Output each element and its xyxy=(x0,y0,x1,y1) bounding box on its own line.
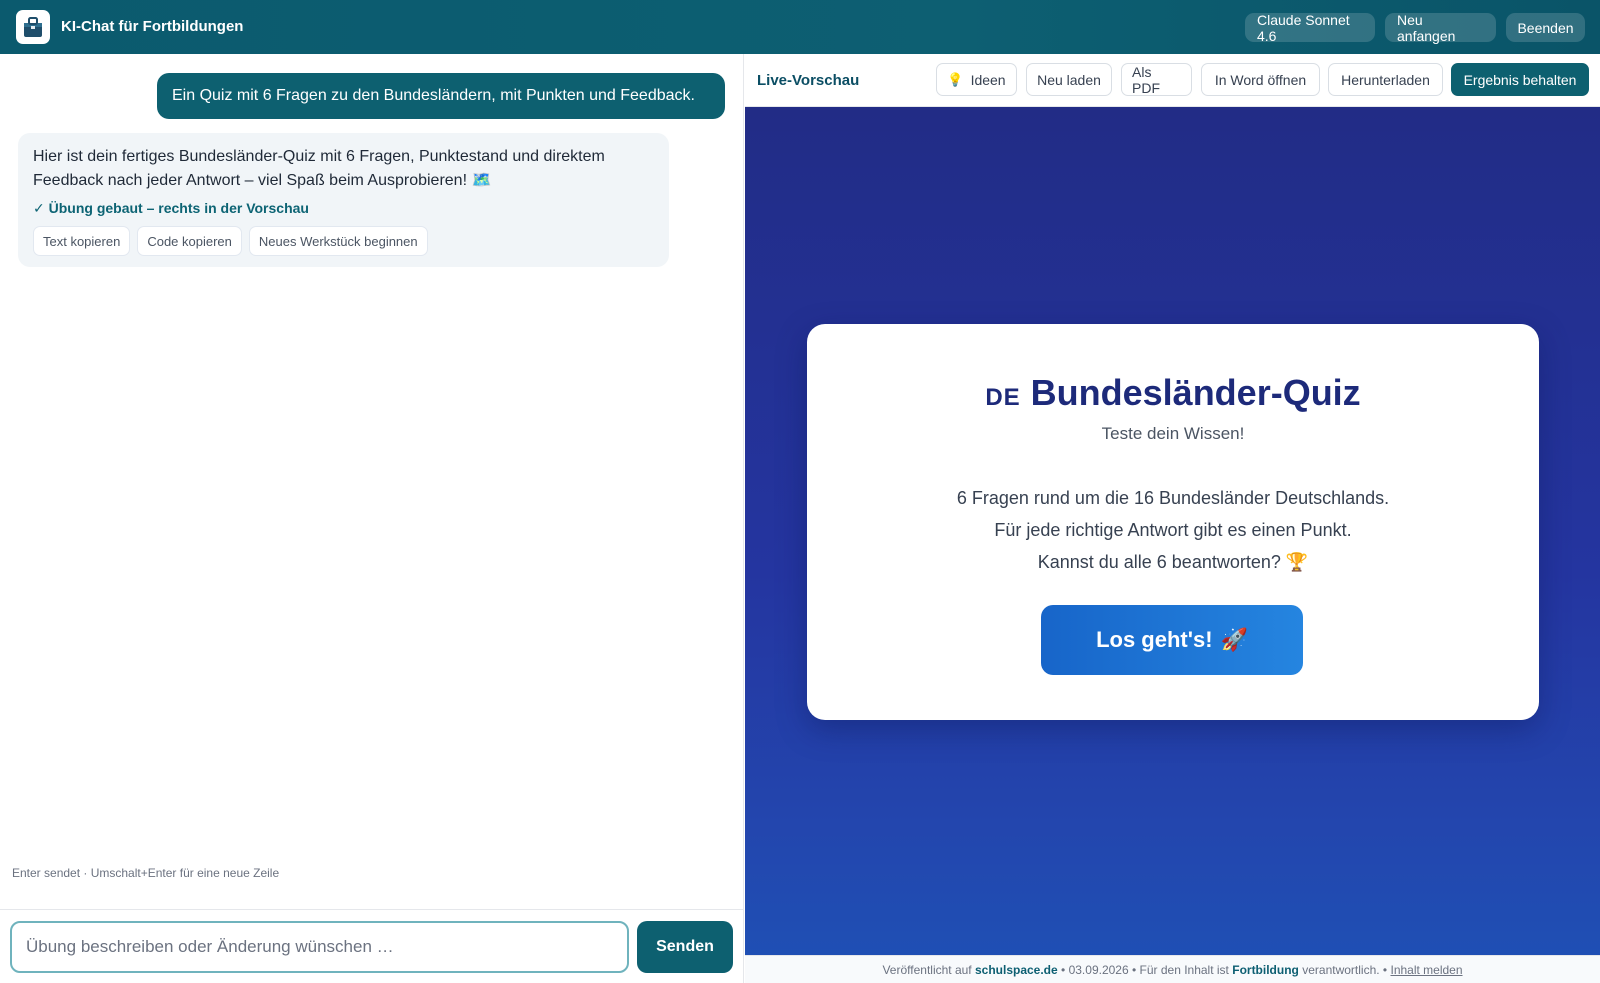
keep-result-button[interactable]: Ergebnis behalten xyxy=(1451,63,1589,96)
quiz-description-line: 6 Fragen rund um die 16 Bundesländer Deu… xyxy=(956,488,1390,508)
assistant-message: Hier ist dein fertiges Bundesländer-Quiz… xyxy=(18,133,669,267)
start-quiz-button[interactable]: Los geht's! 🚀 xyxy=(1041,605,1303,675)
chat-panel: Ein Quiz mit 6 Fragen zu den Bundeslände… xyxy=(0,54,744,983)
footer-owner: Fortbildung xyxy=(1232,962,1299,977)
ideas-button[interactable]: 💡 Ideen xyxy=(936,63,1017,96)
quiz-description-line: Für jede richtige Antwort gibt es einen … xyxy=(994,520,1352,540)
word-button[interactable]: In Word öffnen xyxy=(1201,63,1320,96)
input-hint: Enter sendet · Umschalt+Enter für eine n… xyxy=(12,866,280,880)
copy-text-button[interactable]: Text kopieren xyxy=(33,226,131,256)
toolbox-icon xyxy=(24,17,42,37)
footer-date: • 03.09.2026 • Für den Inhalt ist xyxy=(1061,962,1229,977)
build-status: ✓ Übung gebaut – rechts in der Vorschau xyxy=(33,200,309,216)
preview-footer: Veröffentlicht auf schulspace.de • 03.09… xyxy=(745,955,1600,983)
quit-button[interactable]: Beenden xyxy=(1506,13,1585,42)
footer-suffix: verantwortlich. • xyxy=(1302,962,1388,977)
download-button[interactable]: Herunterladen xyxy=(1328,63,1443,96)
flag-de: DE xyxy=(985,384,1021,411)
restart-button[interactable]: Neu anfangen xyxy=(1385,12,1496,44)
footer-prefix: Veröffentlicht auf xyxy=(882,962,972,977)
quiz-card: DE Bundesländer-Quiz Teste dein Wissen! 6… xyxy=(807,324,1539,720)
quiz-subtitle: Teste dein Wissen! xyxy=(1101,424,1245,443)
new-piece-button[interactable]: Neues Werkstück beginnen xyxy=(248,226,428,256)
rocket-icon: 🚀 xyxy=(1220,627,1248,652)
footer-site-link[interactable]: schulspace.de xyxy=(975,963,1058,977)
app-title: KI-Chat für Fortbildungen xyxy=(61,18,244,35)
copy-code-button[interactable]: Code kopieren xyxy=(137,226,242,256)
ideas-label: Ideen xyxy=(970,71,1006,88)
report-content-link[interactable]: Inhalt melden xyxy=(1390,963,1462,977)
preview-toolbar: Live-Vorschau 💡 Ideen Neu laden Als PDF … xyxy=(745,54,1600,107)
composer-divider xyxy=(0,909,744,910)
quiz-description-line: Kannst du alle 6 beantworten? 🏆 xyxy=(1037,552,1309,572)
preview-panel: Live-Vorschau 💡 Ideen Neu laden Als PDF … xyxy=(745,54,1600,983)
pdf-button[interactable]: Als PDF xyxy=(1121,63,1192,96)
message-actions: Text kopieren Code kopieren Neues Werkst… xyxy=(33,226,654,256)
chat-input[interactable] xyxy=(10,921,629,973)
top-bar: KI-Chat für Fortbildungen Claude Sonnet … xyxy=(0,0,1600,54)
quiz-title-text: Bundesländer-Quiz xyxy=(1030,372,1361,413)
lightbulb-icon: 💡 xyxy=(947,71,964,87)
model-select-button[interactable]: Claude Sonnet 4.6 xyxy=(1245,12,1375,44)
preview-stage: DE Bundesländer-Quiz Teste dein Wissen! 6… xyxy=(745,107,1600,955)
user-message: Ein Quiz mit 6 Fragen zu den Bundeslände… xyxy=(157,73,725,119)
reload-button[interactable]: Neu laden xyxy=(1026,63,1112,96)
assistant-message-text: Hier ist dein fertiges Bundesländer-Quiz… xyxy=(33,148,605,189)
send-button[interactable]: Senden xyxy=(637,921,733,973)
quiz-title: DE Bundesländer-Quiz xyxy=(807,372,1539,414)
quiz-description: 6 Fragen rund um die 16 Bundesländer Deu… xyxy=(807,482,1539,578)
start-quiz-label: Los geht's! xyxy=(1096,627,1213,652)
app-logo xyxy=(16,10,50,44)
preview-label: Live-Vorschau xyxy=(757,72,860,89)
